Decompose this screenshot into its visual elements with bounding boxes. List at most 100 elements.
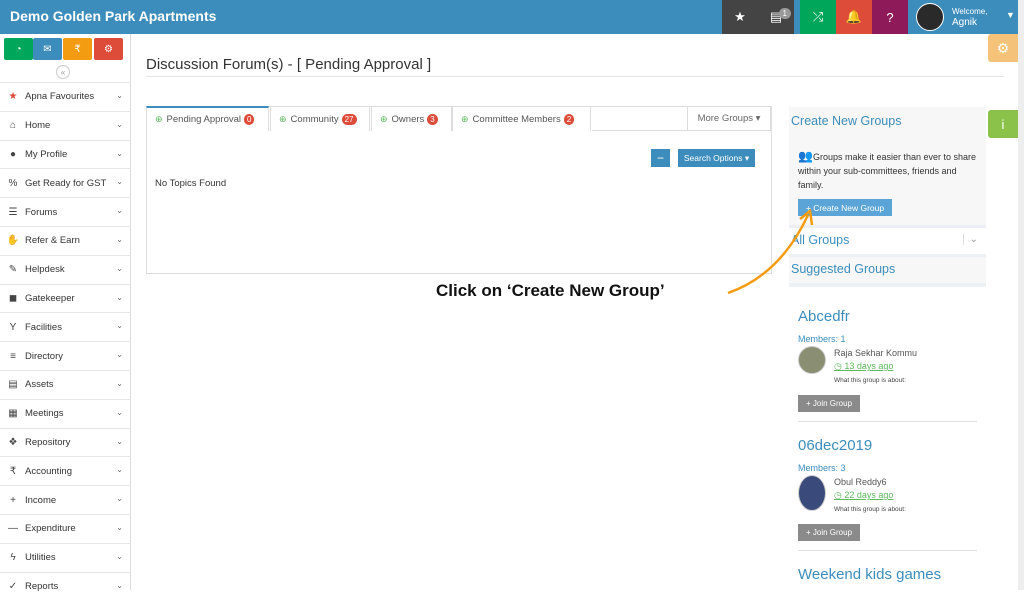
group-name[interactable]: Abcedfr: [798, 308, 850, 325]
days-ago: 22 days ago: [844, 490, 894, 500]
tab-underline: [592, 130, 687, 131]
menu-icon: ⌂: [9, 120, 17, 132]
menu-icon: ◼: [8, 292, 18, 304]
tab-committee-members[interactable]: ⊕ Committee Members 2: [452, 106, 591, 131]
tab-label: Pending Approval: [166, 114, 242, 125]
notifications-button[interactable]: 🔔: [836, 0, 872, 34]
sidebar-item-label: Repository: [25, 436, 71, 448]
tab-count-badge: 2: [563, 113, 575, 125]
sidebar-item-income[interactable]: + Income ⌄: [0, 485, 131, 514]
menu-icon: ϟ: [10, 552, 16, 564]
sidebar-item-my-profile[interactable]: ● My Profile ⌄: [0, 139, 131, 169]
top-navbar: Demo Golden Park Apartments ★ ▤ 1 ⤮ 🔔 ? W…: [0, 0, 1024, 34]
more-groups-label: More Groups: [697, 113, 753, 124]
caret-down-icon: ▾: [755, 113, 761, 124]
bell-icon: 🔔: [845, 9, 863, 24]
chevron-down-icon: ⌄: [116, 148, 123, 158]
rupee-icon: ₹: [74, 43, 81, 55]
sidebar-item-get-ready-for-gst[interactable]: % Get Ready for GST ⌄: [0, 168, 131, 197]
chevron-down-icon: ⌄: [116, 378, 123, 388]
sidebar-item-apna-favourites[interactable]: ★ Apna Favourites ⌄: [0, 82, 131, 111]
settings-gear-button[interactable]: ⚙: [988, 34, 1018, 62]
sidebar-menu: ★ Apna Favourites ⌄ ⌂ Home ⌄ ● My Profile ⌄% Get …: [0, 82, 131, 600]
page-title: Discussion Forum(s) - [ Pending Approval…: [146, 56, 432, 73]
sidebar-item-meetings[interactable]: ▦ Meetings ⌄: [0, 398, 131, 428]
sidebar-item-gatekeeper[interactable]: ◼ Gatekeeper ⌄: [0, 283, 131, 313]
sidebar-item-helpdesk[interactable]: ✎ Helpdesk ⌄: [0, 254, 131, 284]
divider: [146, 76, 1004, 77]
join-group-button[interactable]: + Join Group: [798, 395, 860, 412]
star-icon: ★: [734, 9, 746, 24]
sidebar-item-expenditure[interactable]: — Expenditure ⌄: [0, 513, 131, 543]
chevron-down-icon: ⌄: [116, 407, 123, 417]
users-icon: 👥: [798, 149, 813, 163]
quick-dashboard-button[interactable]: ◔: [4, 38, 33, 60]
sidebar-item-assets[interactable]: ▤ Assets ⌄: [0, 369, 131, 399]
collapse-sidebar-button[interactable]: «: [56, 65, 70, 79]
sidebar-item-utilities[interactable]: ϟ Utilities ⌄: [0, 542, 131, 572]
sidebar-item-label: My Profile: [25, 148, 68, 160]
tasks-button[interactable]: ▤ 1: [758, 0, 794, 34]
group-name[interactable]: 06dec2019: [798, 437, 872, 454]
group-members: Members: 3: [798, 463, 846, 473]
group-members: Members: 1: [798, 334, 846, 344]
user-menu[interactable]: Welcome, Agnik ▼: [912, 0, 1016, 34]
sidebar-item-label: Expenditure: [25, 523, 76, 535]
collapse-button[interactable]: −: [651, 149, 670, 167]
tab-count-badge: 3: [427, 113, 438, 125]
chevron-down-icon: ⌄: [116, 263, 123, 273]
group-icon: ⊕: [380, 113, 388, 124]
tab-owners[interactable]: ⊕ Owners 3: [371, 106, 452, 131]
menu-icon: ✎: [8, 264, 18, 276]
tab-community[interactable]: ⊕ Community 27: [270, 106, 370, 131]
shuffle-button[interactable]: ⤮: [800, 0, 836, 34]
group-name[interactable]: Weekend kids games: [798, 566, 941, 583]
quick-settings-button[interactable]: ⚙: [94, 38, 123, 60]
sidebar-item-home[interactable]: ⌂ Home ⌄: [0, 110, 131, 140]
info-button[interactable]: i: [988, 110, 1018, 138]
suggested-groups-list: Abcedfr Members: 1 Raja Sekhar Kommu ◷ 1…: [789, 287, 986, 590]
chevron-down-icon[interactable]: ⌄: [962, 234, 978, 245]
settings-icon: ⚙: [104, 43, 113, 55]
create-groups-title: Create New Groups: [791, 114, 902, 128]
menu-icon: —: [8, 523, 18, 535]
menu-icon: ❖: [8, 436, 18, 448]
chevron-down-icon: ⌄: [116, 234, 123, 244]
avatar: [798, 475, 826, 511]
sidebar-item-refer-earn[interactable]: ✋ Refer & Earn ⌄: [0, 225, 131, 255]
search-options-button[interactable]: Search Options ▾: [678, 149, 755, 167]
app-title[interactable]: Demo Golden Park Apartments: [10, 8, 216, 24]
dashboard-icon: ◔: [15, 43, 22, 55]
quick-rupee-button[interactable]: ₹: [63, 38, 92, 60]
sidebar-item-repository[interactable]: ❖ Repository ⌄: [0, 427, 131, 457]
search-options-label: Search Options: [683, 153, 743, 163]
chevron-down-icon: ⌄: [116, 292, 123, 302]
divider: [798, 421, 977, 422]
tab-label: Committee Members: [472, 113, 561, 125]
quick-chat-button[interactable]: ✉: [33, 38, 62, 60]
help-button[interactable]: ?: [872, 0, 908, 34]
groups-panel: Create New Groups 👥Groups make it easier…: [789, 107, 986, 590]
favourites-star-button[interactable]: ★: [722, 0, 758, 34]
user-name: Agnik: [952, 17, 978, 28]
group-icon: ⊕: [279, 113, 287, 124]
sidebar-item-directory[interactable]: ≡ Directory ⌄: [0, 341, 131, 370]
page-scrollbar[interactable]: [1018, 0, 1024, 590]
divider: [798, 550, 977, 551]
menu-icon: ●: [9, 148, 17, 160]
more-groups-dropdown[interactable]: More Groups ▾: [687, 106, 771, 131]
menu-icon: ✓: [8, 580, 18, 592]
sidebar-item-accounting[interactable]: ₹ Accounting ⌄: [0, 456, 131, 485]
tab-pending-approval[interactable]: ⊕ Pending Approval 0: [146, 106, 269, 131]
join-group-button[interactable]: + Join Group: [798, 524, 860, 541]
chevron-down-icon: ⌄: [116, 206, 123, 216]
chevron-down-icon: ⌄: [116, 177, 123, 187]
callout-arrow: [727, 208, 814, 295]
sidebar-item-label: Assets: [25, 379, 54, 391]
sidebar-item-label: Apna Favourites: [25, 91, 95, 103]
avatar: [916, 3, 944, 31]
sidebar-item-forums[interactable]: ☰ Forums ⌄: [0, 197, 131, 226]
sidebar-item-reports[interactable]: ✓ Reports ⌄: [0, 571, 131, 600]
chevron-down-icon: ⌄: [116, 494, 123, 504]
sidebar-item-facilities[interactable]: Y Facilities ⌄: [0, 312, 131, 341]
